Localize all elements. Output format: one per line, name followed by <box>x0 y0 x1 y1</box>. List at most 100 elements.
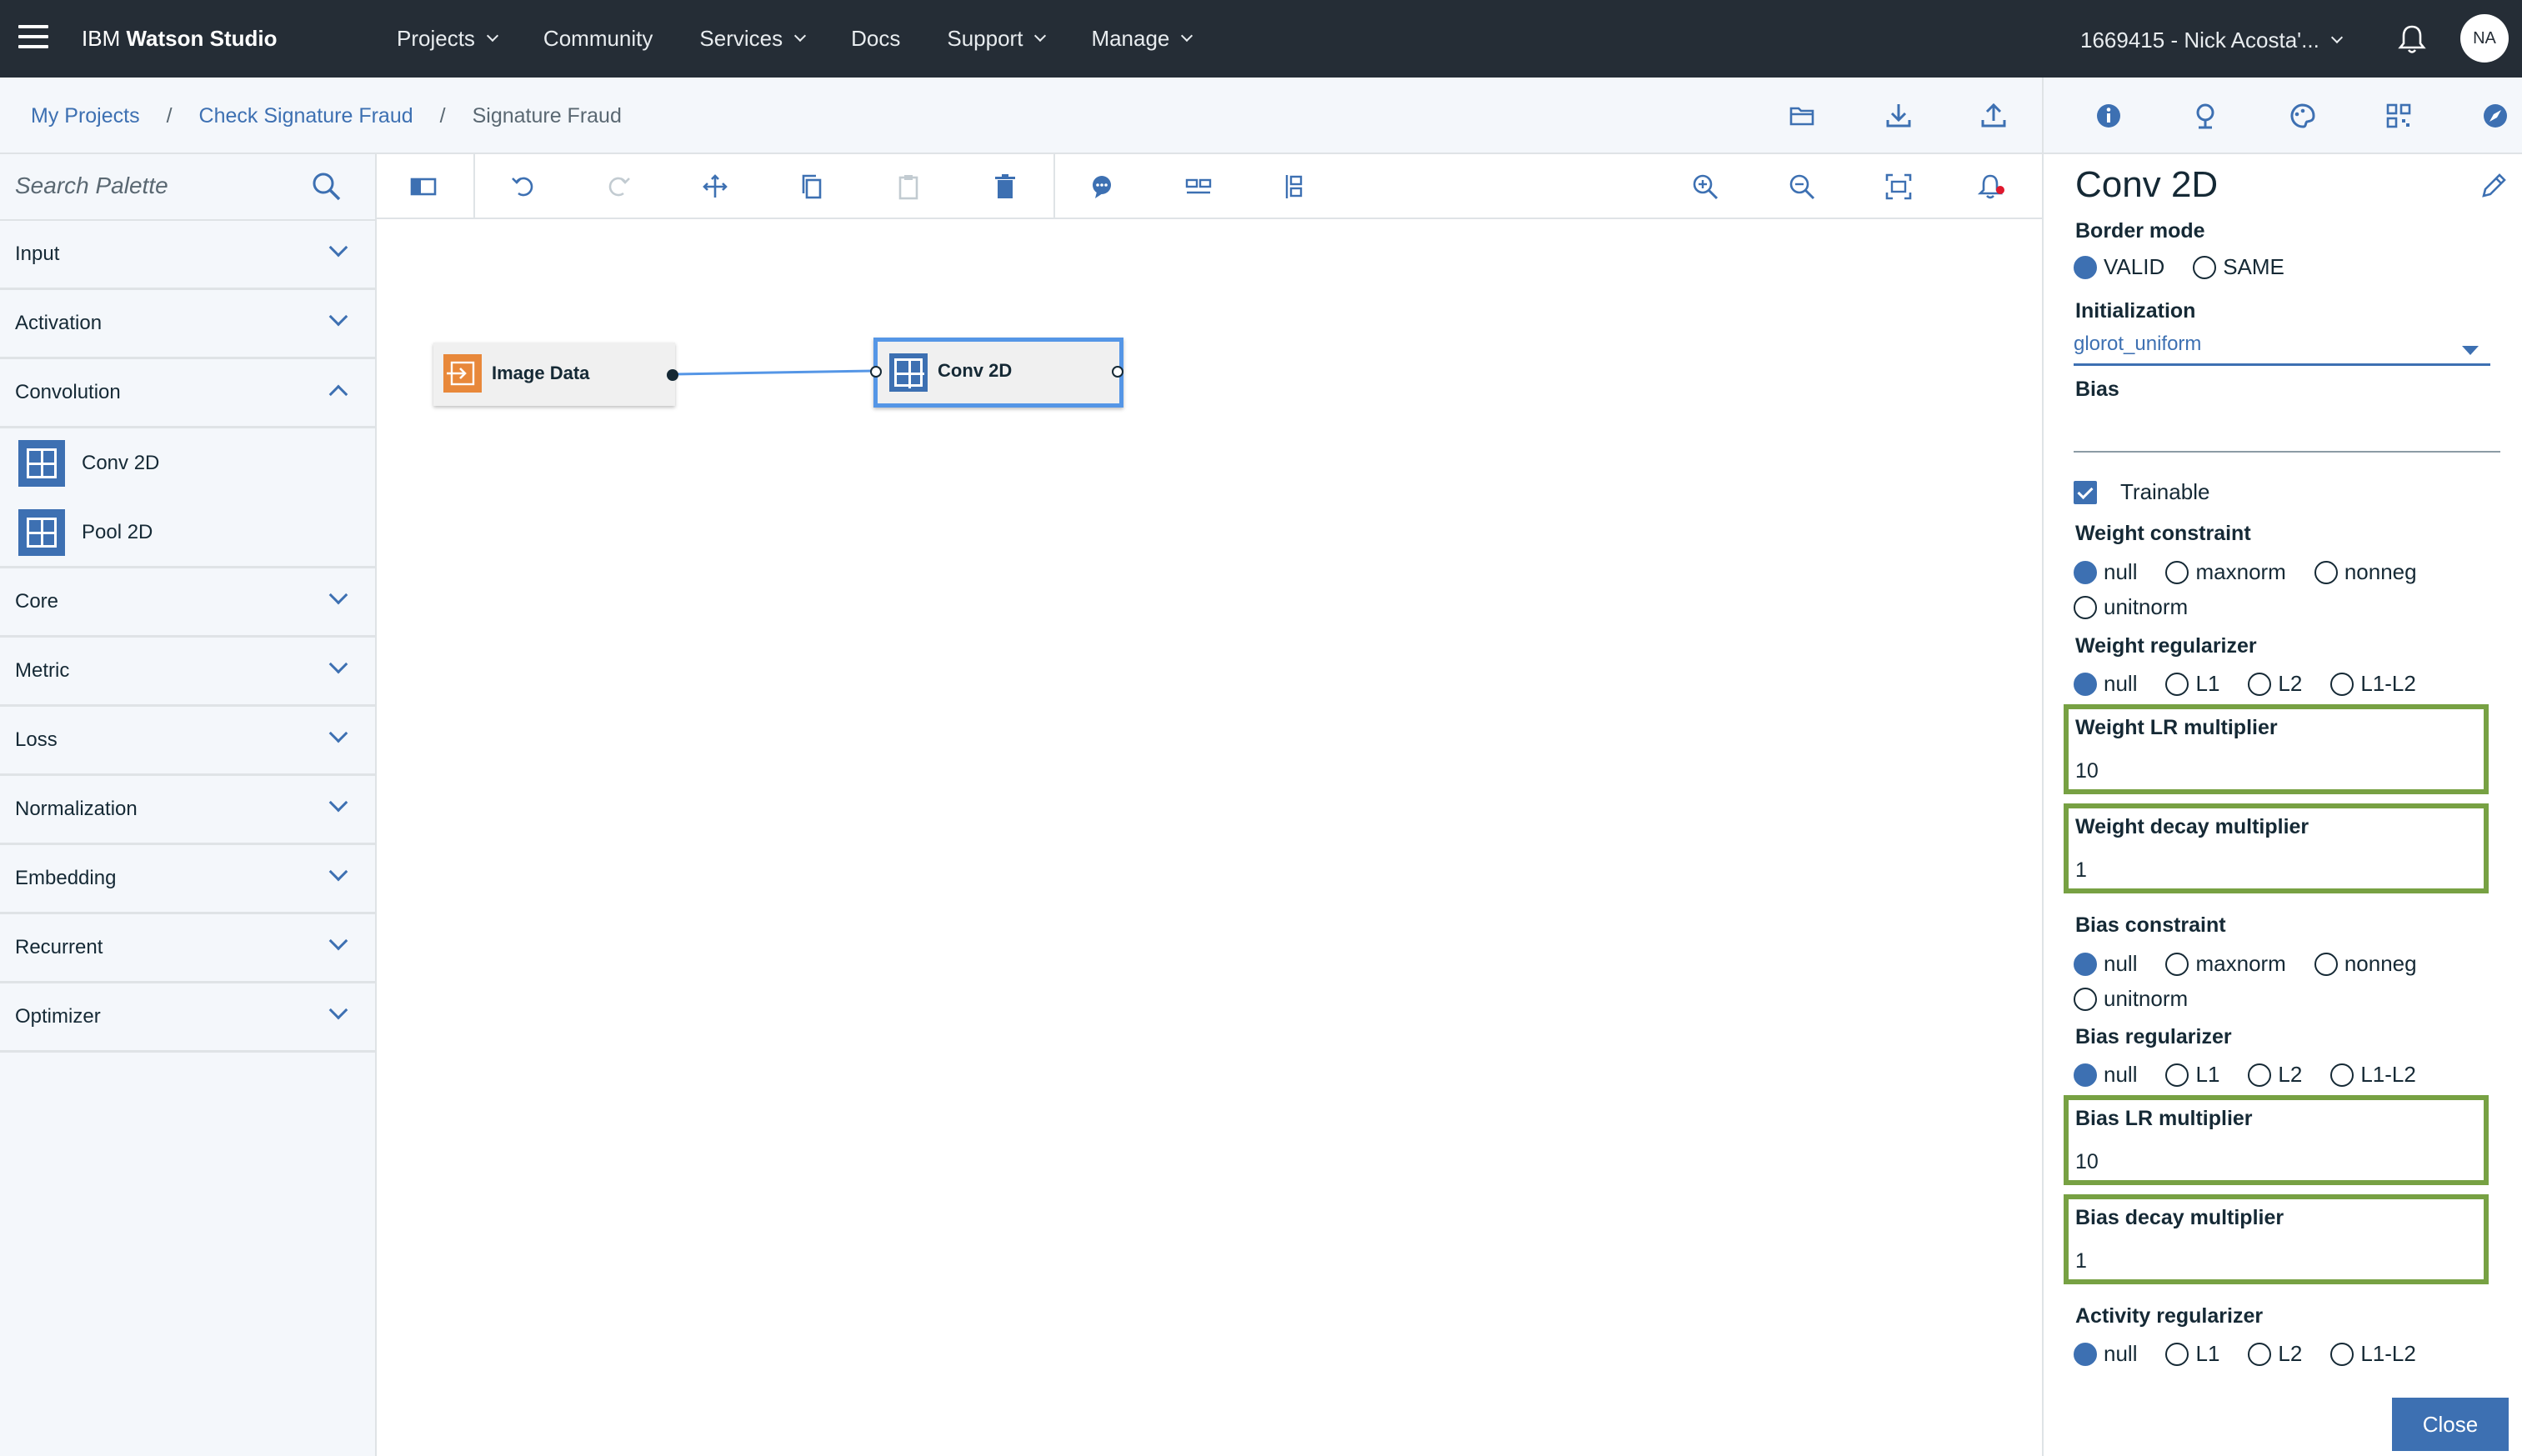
activity-regularizer-null-radio[interactable]: null <box>2074 1341 2137 1367</box>
palette-category-recurrent[interactable]: Recurrent <box>0 914 375 983</box>
bias-decay-multiplier-field[interactable]: Bias decay multiplier 1 <box>2064 1194 2489 1284</box>
radio-label: L1-L2 <box>2360 671 2416 696</box>
undo-icon[interactable] <box>507 170 540 203</box>
radio-label: L1-L2 <box>2360 1062 2416 1087</box>
radio-label: null <box>2104 1062 2138 1087</box>
trainable-checkbox[interactable]: Trainable <box>2074 479 2209 505</box>
bias-constraint-unitnorm-radio[interactable]: unitnorm <box>2074 986 2188 1012</box>
search-input[interactable]: Search Palette <box>15 173 168 199</box>
breadcrumb-my-projects[interactable]: My Projects <box>31 104 140 128</box>
flow-canvas[interactable]: Image Data Conv 2D <box>377 221 2042 1456</box>
folder-icon[interactable] <box>1785 99 1819 133</box>
activity-regularizer-l1-radio[interactable]: L1 <box>2165 1341 2219 1367</box>
palette-node-conv2d[interactable]: Conv 2D <box>0 428 375 498</box>
bias-regularizer-l1-radio[interactable]: L1 <box>2165 1062 2219 1088</box>
bias-decay-multiplier-input[interactable]: 1 <box>2075 1249 2087 1273</box>
search-icon[interactable] <box>308 168 345 205</box>
avatar[interactable]: NA <box>2460 14 2509 63</box>
border-mode-same-radio[interactable]: SAME <box>2193 254 2284 280</box>
weight-lr-multiplier-input[interactable]: 10 <box>2075 759 2099 783</box>
radio-label: nonneg <box>2344 951 2417 976</box>
delete-icon[interactable] <box>988 170 1022 203</box>
weight-regularizer-null-radio[interactable]: null <box>2074 671 2137 697</box>
fit-to-screen-icon[interactable] <box>1882 170 1915 203</box>
move-icon[interactable] <box>698 170 732 203</box>
zoom-out-icon[interactable] <box>1785 170 1819 203</box>
weight-lr-multiplier-field[interactable]: Weight LR multiplier 10 <box>2064 704 2489 794</box>
nav-support[interactable]: Support <box>947 26 1047 52</box>
bias-constraint-null-radio[interactable]: null <box>2074 951 2137 977</box>
border-mode-valid-radio[interactable]: VALID <box>2074 254 2164 280</box>
arrange-vertical-icon[interactable] <box>1279 170 1312 203</box>
palette-category-loss[interactable]: Loss <box>0 707 375 776</box>
weight-constraint-null-radio[interactable]: null <box>2074 559 2137 585</box>
toggle-palette-icon[interactable] <box>407 170 440 203</box>
info-icon[interactable] <box>2092 99 2125 133</box>
palette-category-normalization[interactable]: Normalization <box>0 776 375 845</box>
initialization-select[interactable]: glorot_uniform <box>2074 333 2490 366</box>
activity-regularizer-l1l2-radio[interactable]: L1-L2 <box>2330 1341 2416 1367</box>
hierarchy-icon[interactable] <box>2189 99 2222 133</box>
edit-icon[interactable] <box>2477 169 2510 203</box>
comment-icon[interactable] <box>1085 170 1118 203</box>
redo-icon[interactable] <box>602 170 635 203</box>
weight-regularizer-l2-radio[interactable]: L2 <box>2248 671 2302 697</box>
palette-category-core[interactable]: Core <box>0 568 375 638</box>
palette-category-embedding[interactable]: Embedding <box>0 845 375 914</box>
bell-icon[interactable] <box>2397 23 2427 55</box>
breadcrumb-current: Signature Fraud <box>472 104 622 128</box>
bias-lr-multiplier-input[interactable]: 10 <box>2075 1150 2099 1174</box>
weight-constraint-unitnorm-radio[interactable]: unitnorm <box>2074 594 2188 620</box>
palette-category-activation[interactable]: Activation <box>0 290 375 359</box>
output-port[interactable] <box>667 369 678 381</box>
palette-category-metric[interactable]: Metric <box>0 638 375 707</box>
upload-icon[interactable] <box>1977 99 2010 133</box>
download-icon[interactable] <box>1882 99 1915 133</box>
weight-constraint-maxnorm-radio[interactable]: maxnorm <box>2165 559 2286 585</box>
weight-regularizer-radio-group: null L1 L2 L1-L2 <box>2074 671 2444 697</box>
copy-icon[interactable] <box>795 170 828 203</box>
menu-icon[interactable] <box>18 25 48 50</box>
arrange-horizontal-icon[interactable] <box>1182 170 1215 203</box>
weight-decay-multiplier-field[interactable]: Weight decay multiplier 1 <box>2064 803 2489 893</box>
brand[interactable]: IBM Watson Studio <box>82 26 277 52</box>
nav-projects[interactable]: Projects <box>397 26 498 52</box>
nav-services[interactable]: Services <box>699 26 807 52</box>
notification-icon[interactable] <box>1975 170 2009 203</box>
nav-manage[interactable]: Manage <box>1091 26 1193 52</box>
account-switcher[interactable]: 1669415 - Nick Acosta'... <box>2080 28 2343 53</box>
palette-category-optimizer[interactable]: Optimizer <box>0 983 375 1053</box>
palette-icon[interactable] <box>2285 99 2319 133</box>
nav-community[interactable]: Community <box>543 26 653 52</box>
bias-input[interactable] <box>2074 419 2500 453</box>
weight-decay-multiplier-input[interactable]: 1 <box>2075 858 2087 883</box>
nav-docs[interactable]: Docs <box>851 26 900 52</box>
canvas-node-conv2d[interactable]: Conv 2D <box>870 338 1123 408</box>
breadcrumb-project[interactable]: Check Signature Fraud <box>199 104 413 128</box>
palette-category-convolution[interactable]: Convolution <box>0 359 375 428</box>
palette-node-pool2d[interactable]: Pool 2D <box>0 498 375 568</box>
canvas-node-image-data[interactable]: Image Data <box>433 343 678 406</box>
radio-label: L2 <box>2278 671 2303 696</box>
bias-constraint-maxnorm-radio[interactable]: maxnorm <box>2165 951 2286 977</box>
bias-constraint-nonneg-radio[interactable]: nonneg <box>2314 951 2417 977</box>
bias-regularizer-l1l2-radio[interactable]: L1-L2 <box>2330 1062 2416 1088</box>
chevron-down-icon <box>328 931 348 951</box>
output-port[interactable] <box>1112 366 1123 378</box>
close-button[interactable]: Close <box>2392 1398 2509 1451</box>
weight-constraint-nonneg-radio[interactable]: nonneg <box>2314 559 2417 585</box>
zoom-in-icon[interactable] <box>1689 170 1722 203</box>
weight-regularizer-l1l2-radio[interactable]: L1-L2 <box>2330 671 2416 697</box>
paste-icon[interactable] <box>892 170 925 203</box>
palette-category-input[interactable]: Input <box>0 221 375 290</box>
bias-regularizer-l2-radio[interactable]: L2 <box>2248 1062 2302 1088</box>
category-label: Loss <box>15 728 58 751</box>
bias-lr-multiplier-field[interactable]: Bias LR multiplier 10 <box>2064 1095 2489 1185</box>
input-port[interactable] <box>870 366 882 378</box>
palette-search[interactable]: Search Palette <box>0 154 375 221</box>
activity-regularizer-l2-radio[interactable]: L2 <box>2248 1341 2302 1367</box>
qr-icon[interactable] <box>2382 99 2415 133</box>
compass-icon[interactable] <box>2479 99 2512 133</box>
weight-regularizer-l1-radio[interactable]: L1 <box>2165 671 2219 697</box>
bias-regularizer-null-radio[interactable]: null <box>2074 1062 2137 1088</box>
